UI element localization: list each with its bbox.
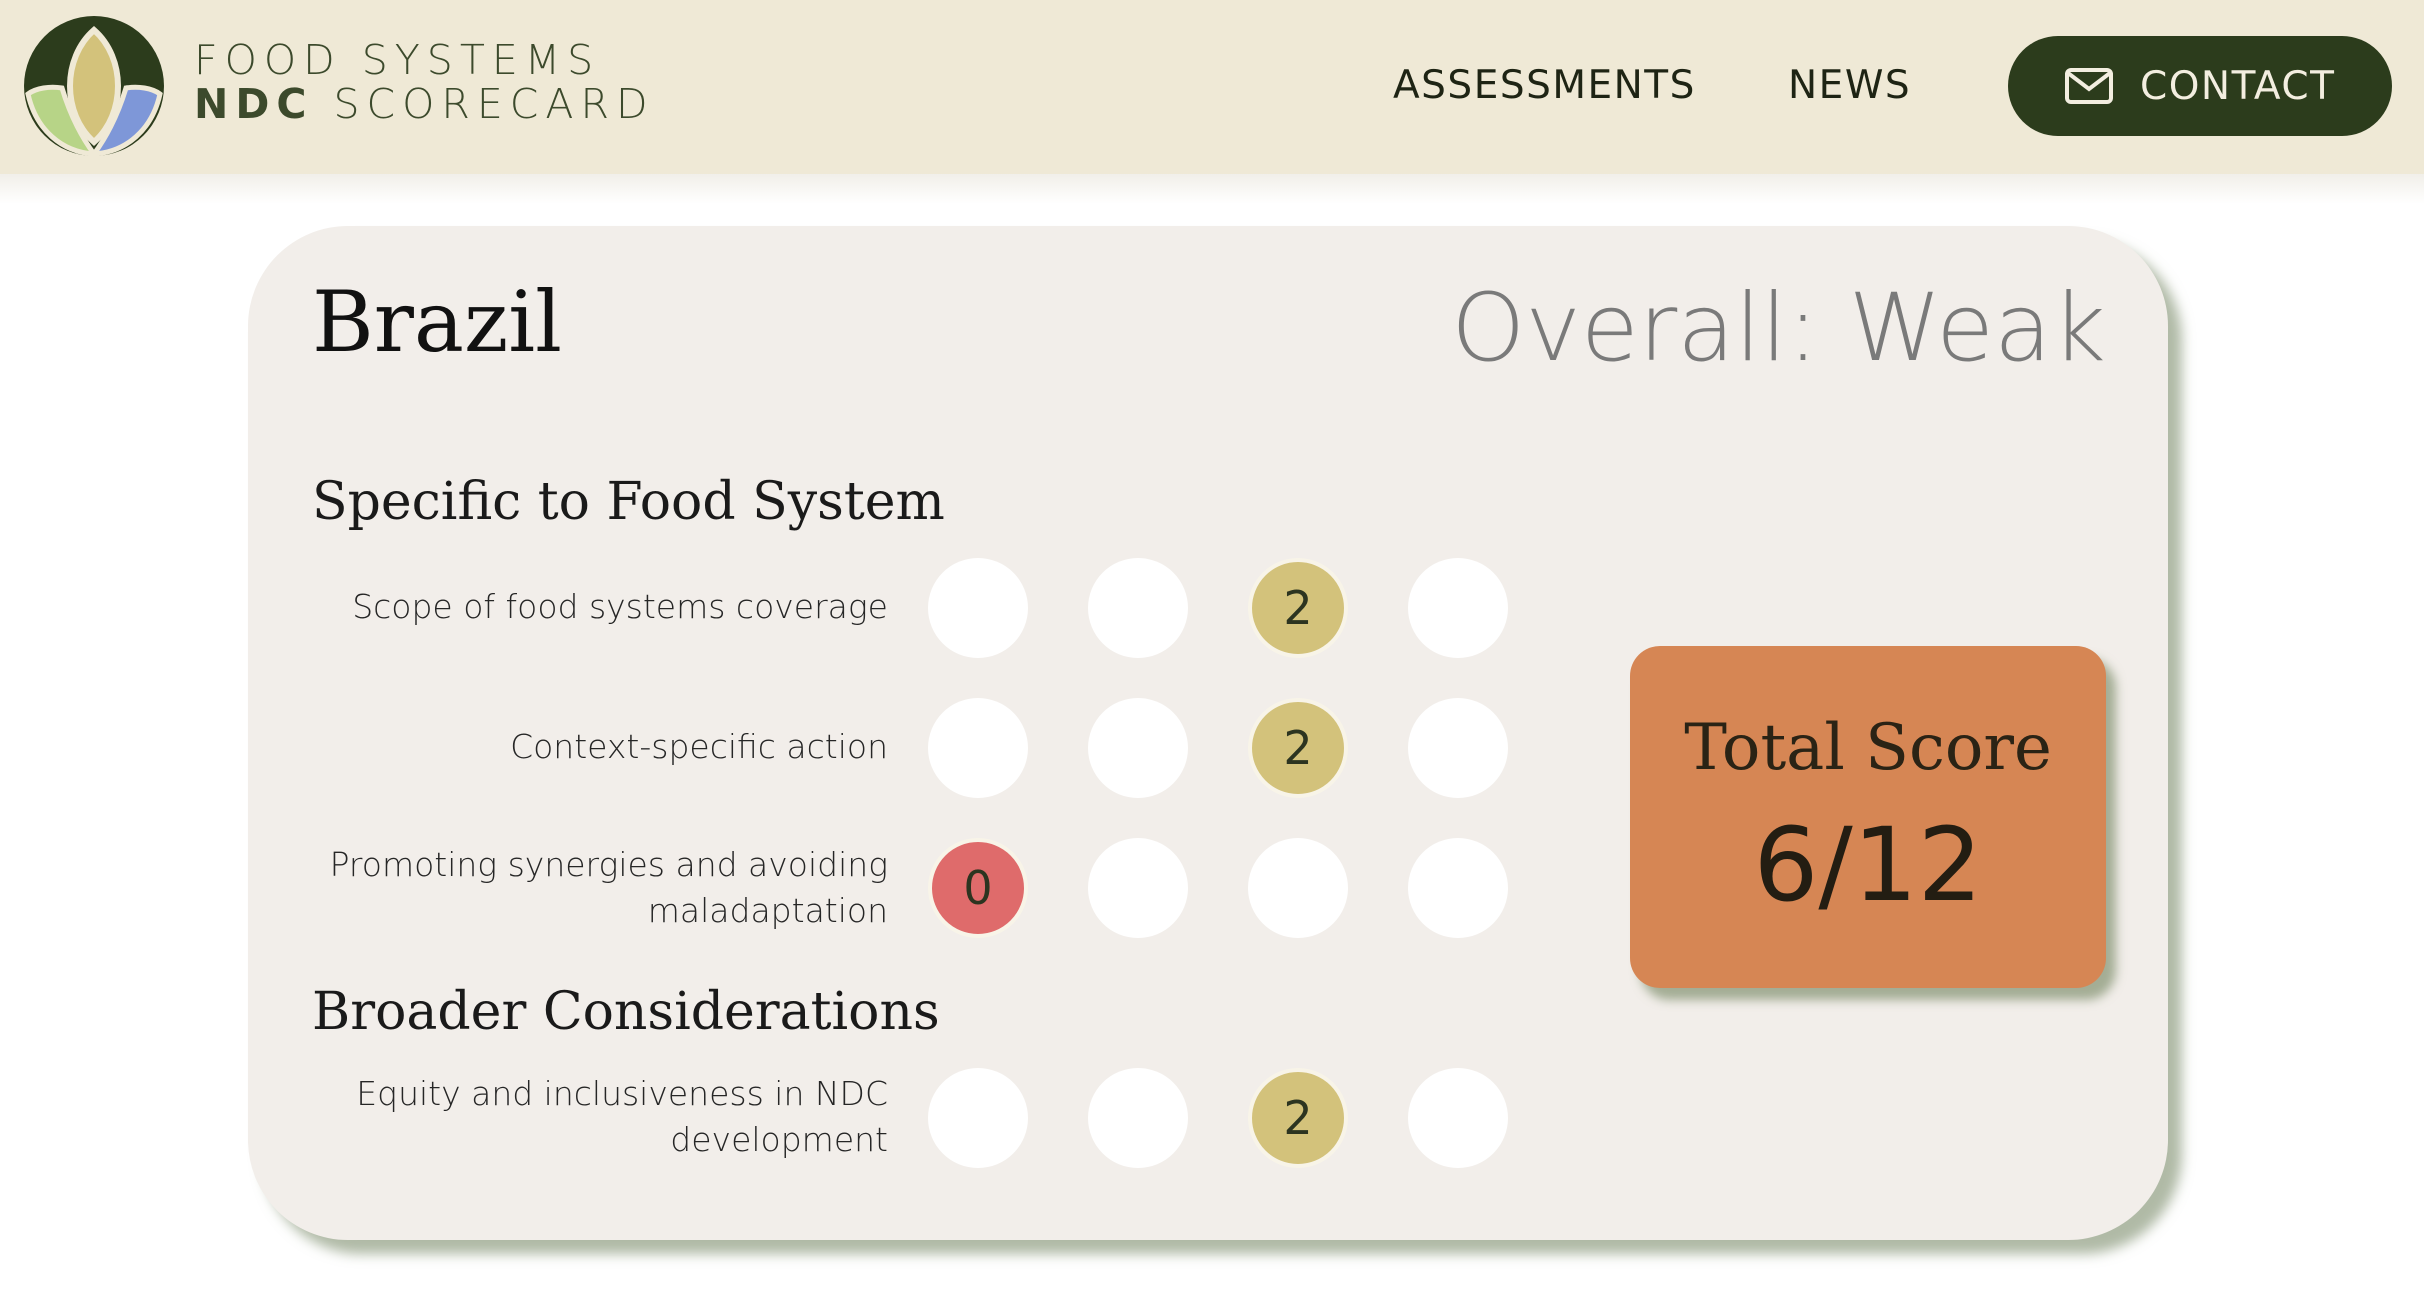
section-title-specific: Specific to Food System (312, 472, 945, 532)
total-score-value: 6/12 (1753, 806, 1983, 925)
criterion-label-synergies: Promoting synergies and avoiding maladap… (329, 845, 888, 930)
total-score-title: Total Score (1684, 711, 2052, 785)
score-dot-filled: 2 (1248, 1068, 1348, 1168)
score-dot-filled: 0 (928, 838, 1028, 938)
criterion-label-equity: Equity and inclusiveness in NDC developm… (356, 1074, 888, 1159)
score-dot-empty (928, 698, 1028, 798)
score-dot-filled: 2 (1248, 698, 1348, 798)
score-dot-empty (1088, 838, 1188, 938)
brand-name[interactable]: FOOD SYSTEMS NDC SCORECARD (194, 38, 655, 126)
score-dot-empty (1408, 558, 1508, 658)
section-title-broader: Broader Considerations (312, 982, 940, 1042)
score-dot-empty (1248, 838, 1348, 938)
score-dot-empty (1088, 558, 1188, 658)
score-dot-empty (1408, 838, 1508, 938)
score-dot-empty (1088, 698, 1188, 798)
score-dot-empty (1408, 698, 1508, 798)
criterion-label-scope: Scope of food systems coverage (352, 587, 888, 626)
header-shadow (0, 174, 2424, 204)
brand-line2: NDC SCORECARD (194, 82, 655, 126)
nav-news-link[interactable]: NEWS (1788, 62, 1911, 110)
site-header: FOOD SYSTEMS NDC SCORECARD ASSESSMENTS N… (0, 0, 2424, 174)
total-score-box: Total Score 6/12 (1630, 646, 2106, 988)
contact-label: CONTACT (2140, 63, 2336, 109)
brand-line2-rest: SCORECARD (313, 80, 655, 128)
contact-button[interactable]: CONTACT (2008, 36, 2392, 136)
country-title: Brazil (312, 273, 562, 371)
criterion-label-context: Context-specific action (510, 727, 888, 766)
score-dot-empty (1408, 1068, 1508, 1168)
brand-line2-bold: NDC (194, 80, 314, 128)
score-dot-empty (1088, 1068, 1188, 1168)
score-dot-empty (928, 558, 1028, 658)
envelope-icon (2065, 68, 2113, 104)
overall-rating: Overall: Weak (1451, 274, 2106, 383)
logo-icon[interactable] (22, 14, 166, 158)
score-dot-filled: 2 (1248, 558, 1348, 658)
score-dot-empty (928, 1068, 1028, 1168)
brand-line1: FOOD SYSTEMS (194, 36, 601, 84)
nav-assessments-link[interactable]: ASSESSMENTS (1393, 62, 1696, 110)
